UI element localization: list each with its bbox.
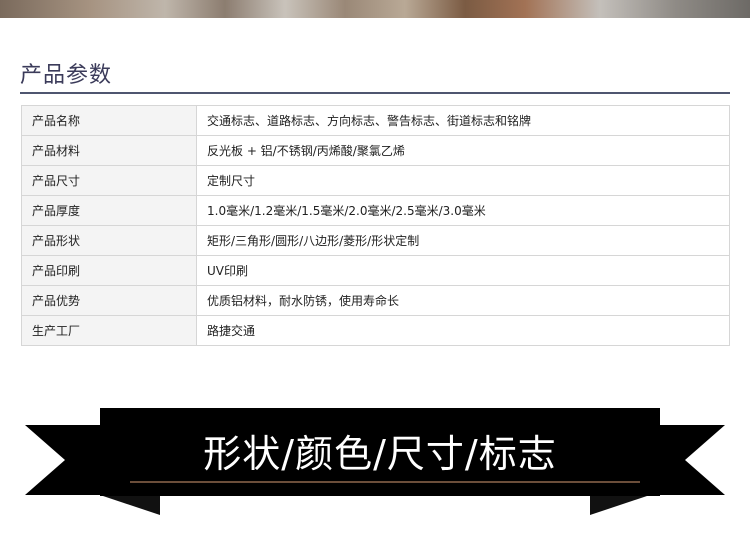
title-divider	[20, 92, 730, 94]
spec-value: 反光板 + 铝/不锈钢/丙烯酸/聚氯乙烯	[196, 135, 730, 166]
spec-label: 产品尺寸	[21, 165, 197, 196]
table-row: 产品名称 交通标志、道路标志、方向标志、警告标志、街道标志和铭牌	[21, 105, 730, 136]
spec-value: 优质铝材料，耐水防锈，使用寿命长	[196, 285, 730, 316]
table-row: 产品优势 优质铝材料，耐水防锈，使用寿命长	[21, 285, 730, 316]
ribbon-right-fold	[590, 495, 650, 515]
spec-label: 产品印刷	[21, 255, 197, 286]
spec-table: 产品名称 交通标志、道路标志、方向标志、警告标志、街道标志和铭牌 产品材料 反光…	[21, 105, 730, 346]
spec-label: 产品优势	[21, 285, 197, 316]
spec-label: 产品名称	[21, 105, 197, 136]
table-row: 产品厚度 1.0毫米/1.2毫米/1.5毫米/2.0毫米/2.5毫米/3.0毫米	[21, 195, 730, 226]
spec-value: UV印刷	[196, 255, 730, 286]
spec-value: 矩形/三角形/圆形/八边形/菱形/形状定制	[196, 225, 730, 256]
table-row: 产品尺寸 定制尺寸	[21, 165, 730, 196]
spec-value: 路捷交通	[196, 315, 730, 346]
section-title: 产品参数	[20, 63, 113, 88]
table-row: 生产工厂 路捷交通	[21, 315, 730, 346]
spec-value: 交通标志、道路标志、方向标志、警告标志、街道标志和铭牌	[196, 105, 730, 136]
banner-title: 形状/颜色/尺寸/标志	[203, 432, 557, 476]
spec-label: 产品形状	[21, 225, 197, 256]
spec-label: 产品材料	[21, 135, 197, 166]
spec-value: 1.0毫米/1.2毫米/1.5毫米/2.0毫米/2.5毫米/3.0毫米	[196, 195, 730, 226]
spec-label: 产品厚度	[21, 195, 197, 226]
spec-label: 生产工厂	[21, 315, 197, 346]
header-photo-strip	[0, 0, 750, 18]
table-row: 产品材料 反光板 + 铝/不锈钢/丙烯酸/聚氯乙烯	[21, 135, 730, 166]
table-row: 产品形状 矩形/三角形/圆形/八边形/菱形/形状定制	[21, 225, 730, 256]
table-row: 产品印刷 UV印刷	[21, 255, 730, 286]
spec-value: 定制尺寸	[196, 165, 730, 196]
ribbon-left-fold	[100, 495, 160, 515]
